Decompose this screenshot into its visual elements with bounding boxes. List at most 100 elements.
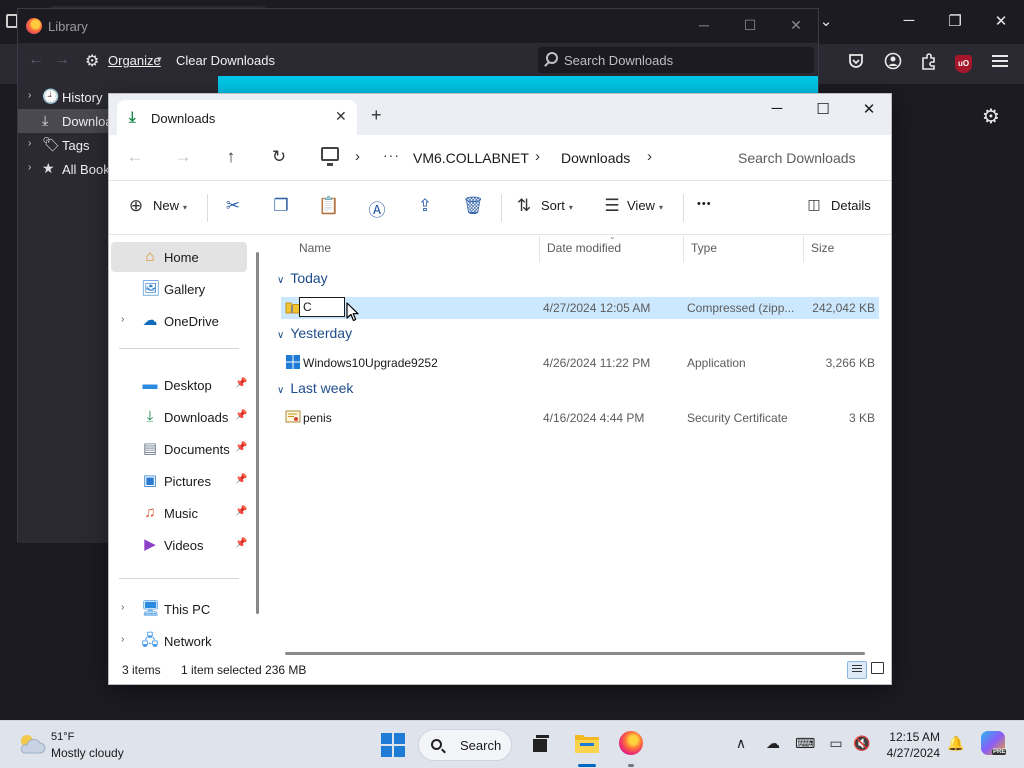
nav-music[interactable]: ♫ Music 📌 — [111, 498, 247, 528]
view-button[interactable]: View ▾ — [627, 198, 663, 213]
weather-description[interactable]: Mostly cloudy — [51, 746, 124, 760]
details-view-icon[interactable] — [847, 661, 867, 679]
ublock-origin-icon[interactable]: uO — [955, 55, 972, 73]
keyboard-icon[interactable]: ⌨ — [795, 735, 815, 752]
breadcrumb-chevron-icon[interactable]: › — [647, 148, 652, 165]
new-button[interactable]: New ▾ — [153, 198, 187, 213]
task-view-icon[interactable] — [531, 735, 551, 753]
group-header-yesterday[interactable]: ∨ Yesterday — [277, 325, 352, 341]
nav-documents[interactable]: ▤ Documents 📌 — [111, 434, 248, 464]
refresh-icon[interactable]: ↻ — [267, 147, 291, 167]
file-row[interactable]: penis 4/16/2024 4:44 PM Security Certifi… — [281, 407, 879, 429]
pin-icon[interactable]: 📌 — [235, 538, 247, 549]
new-plus-icon[interactable]: ⊕ — [125, 196, 147, 216]
nav-onedrive[interactable]: › ☁ OneDrive — [111, 306, 247, 336]
navigation-scrollbar[interactable] — [256, 252, 259, 614]
column-header-name[interactable]: Name — [299, 241, 331, 255]
column-header-size[interactable]: Size — [811, 241, 834, 255]
weather-temperature[interactable]: 51°F — [51, 731, 74, 743]
nav-pictures[interactable]: ▣ Pictures 📌 — [111, 466, 248, 496]
paste-icon[interactable]: 📋 — [318, 196, 340, 216]
details-pane-icon[interactable]: ◫ — [803, 196, 825, 213]
see-more-button[interactable]: ••• — [697, 198, 712, 210]
nav-videos[interactable]: ▶ Videos 📌 — [111, 530, 247, 560]
pin-icon[interactable]: 📌 — [235, 442, 247, 453]
close-tab-icon[interactable]: ✕ — [335, 108, 347, 125]
network-disconnected-cloud-icon[interactable]: ☁ — [763, 735, 783, 752]
clear-downloads-button[interactable]: Clear Downloads — [176, 53, 275, 68]
clock-time[interactable]: 12:15 AM — [888, 730, 940, 744]
extensions-icon[interactable] — [917, 52, 941, 76]
delete-icon[interactable]: 🗑 — [462, 196, 484, 216]
nav-desktop[interactable]: ▬ Desktop 📌 — [111, 370, 248, 400]
breadcrumb-chevron-icon[interactable]: › — [355, 148, 360, 165]
pin-icon[interactable]: 📌 — [235, 506, 247, 517]
volume-muted-icon[interactable]: 🔇 — [852, 735, 872, 752]
column-separator[interactable] — [803, 236, 804, 262]
explorer-close-button[interactable]: ✕ — [857, 100, 881, 118]
up-arrow-icon[interactable]: ↑ — [219, 147, 243, 167]
expand-chevron-icon[interactable]: › — [28, 138, 31, 149]
library-search-input[interactable]: Search Downloads — [538, 47, 814, 73]
breadcrumb-overflow-icon[interactable]: ··· — [383, 147, 400, 163]
column-header-date[interactable]: Date modified — [547, 241, 621, 255]
expand-chevron-icon[interactable]: › — [121, 602, 124, 613]
nav-this-pc[interactable]: › 🖥 This PC — [111, 594, 247, 624]
pin-icon[interactable]: 📌 — [235, 410, 247, 421]
account-icon[interactable] — [881, 52, 905, 76]
explorer-tab-downloads[interactable]: ⤓ Downloads ✕ — [117, 100, 357, 135]
view-icon[interactable]: ☰ — [601, 196, 623, 216]
taskbar-search-button[interactable]: Search — [418, 729, 512, 761]
file-row-selected[interactable]: C 4/27/2024 12:05 AM Compressed (zipp...… — [281, 297, 879, 319]
details-button[interactable]: Details — [831, 198, 871, 213]
firefox-close-button[interactable]: ✕ — [989, 12, 1013, 30]
cut-icon[interactable]: ✂ — [222, 196, 244, 216]
sort-icon[interactable]: ⇅ — [513, 196, 535, 216]
new-tab-icon[interactable]: + — [371, 105, 382, 126]
nav-home[interactable]: ⌂ Home — [111, 242, 247, 272]
breadcrumb-chevron-icon[interactable]: › — [535, 148, 540, 165]
nav-gallery[interactable]: 🖼 Gallery — [111, 274, 247, 304]
nav-network[interactable]: › 🖧 Network — [111, 626, 247, 656]
pin-icon[interactable]: 📌 — [235, 474, 247, 485]
start-windows-icon[interactable] — [381, 733, 405, 757]
share-icon[interactable]: ⇪ — [414, 196, 436, 216]
column-header-type[interactable]: Type — [691, 241, 717, 255]
explorer-search-input[interactable]: Search Downloads — [725, 141, 885, 173]
breadcrumb-segment-downloads[interactable]: Downloads — [561, 150, 630, 166]
nav-downloads[interactable]: ⤓ Downloads 📌 — [111, 402, 248, 432]
library-maximize-button[interactable]: ☐ — [740, 17, 760, 34]
show-hidden-icons-chevron-icon[interactable]: ∧ — [731, 735, 751, 752]
column-separator[interactable] — [539, 236, 540, 262]
library-close-button[interactable]: ✕ — [786, 17, 806, 34]
group-header-today[interactable]: ∨ Today — [277, 270, 328, 286]
clock-date[interactable]: 4/27/2024 — [878, 746, 940, 760]
firefox-minimize-button[interactable]: ─ — [897, 12, 921, 29]
pocket-icon[interactable] — [844, 52, 868, 76]
pin-icon[interactable]: 📌 — [235, 378, 247, 389]
expand-chevron-icon[interactable]: › — [28, 162, 31, 173]
file-row[interactable]: Windows10Upgrade9252 4/26/2024 11:22 PM … — [281, 352, 879, 374]
rename-icon[interactable]: Ⓐ — [366, 196, 388, 221]
library-forward-icon[interactable]: → — [54, 51, 70, 69]
organize-menu[interactable]: Organize — [108, 53, 161, 68]
explorer-minimize-button[interactable]: ─ — [765, 100, 789, 117]
copy-icon[interactable]: ❐ — [270, 196, 292, 216]
notifications-bell-icon[interactable]: 🔔 — [946, 735, 966, 752]
back-arrow-icon[interactable]: ← — [123, 147, 147, 167]
rename-input[interactable]: C — [299, 297, 345, 317]
explorer-maximize-button[interactable]: ☐ — [811, 100, 835, 118]
expand-chevron-icon[interactable]: › — [121, 314, 124, 325]
forward-arrow-icon[interactable]: → — [171, 147, 195, 167]
hamburger-menu-icon[interactable] — [988, 52, 1012, 76]
sort-button[interactable]: Sort ▾ — [541, 198, 573, 213]
firefox-settings-gear-icon[interactable]: ⚙ — [982, 104, 1000, 129]
library-back-icon[interactable]: ← — [28, 51, 44, 69]
firefox-restore-button[interactable]: ❐ — [943, 12, 967, 30]
column-separator[interactable] — [683, 236, 684, 262]
firefox-taskbar-icon[interactable] — [619, 731, 643, 755]
file-explorer-taskbar-icon[interactable] — [574, 731, 600, 755]
weather-cloud-icon[interactable] — [16, 731, 46, 757]
library-minimize-button[interactable]: ─ — [694, 17, 714, 33]
horizontal-scrollbar[interactable] — [285, 652, 865, 655]
